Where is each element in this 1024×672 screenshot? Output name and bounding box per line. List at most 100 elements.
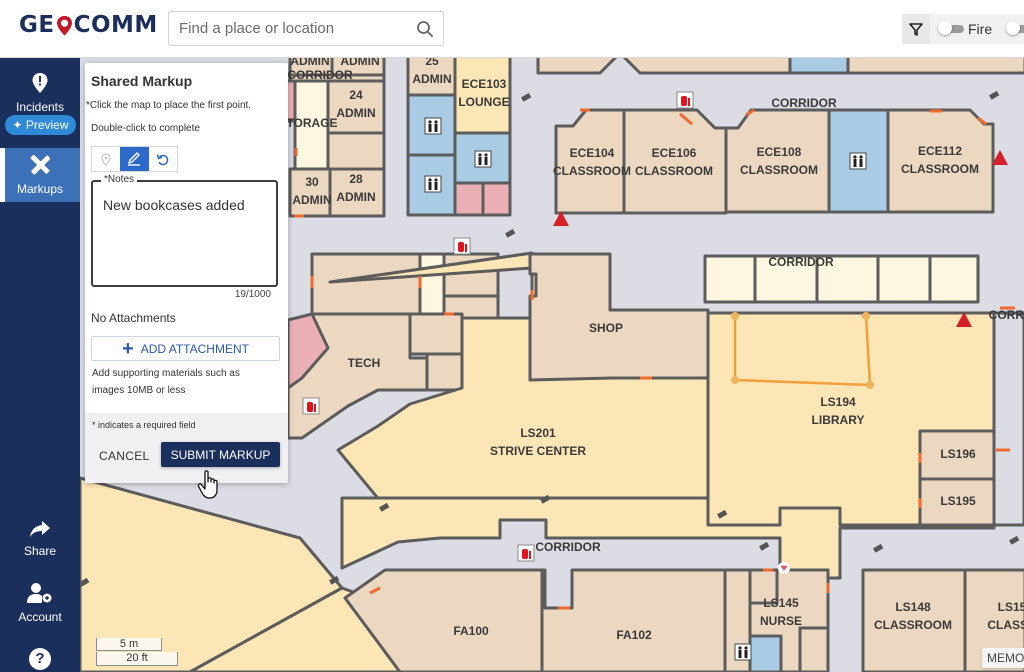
attachments-status: No Attachments (91, 311, 176, 325)
alert-pin-icon (32, 73, 48, 93)
markup-vertex (731, 312, 739, 320)
notes-char-counter: 19/1000 (234, 289, 271, 300)
cancel-button[interactable]: CANCEL (99, 449, 149, 463)
room-corridor-bookcase-1 (703, 254, 757, 304)
camera-icon (505, 228, 516, 238)
room-label-ece103: ECE103 LOUNGE (458, 77, 510, 109)
sparkle-icon: ✦ (12, 118, 26, 132)
fire-extinguisher-icon (453, 237, 471, 255)
room-library-right (992, 311, 1024, 527)
camera-icon (989, 90, 1000, 100)
scale-bar-imperial: 20 ft (96, 652, 178, 666)
sidebar-item-account-label: Account (18, 610, 62, 624)
room-label-corridor-bottom: CORRIDOR (535, 540, 601, 554)
room-label-ls148: LS148 CLASSROOM (874, 600, 952, 632)
restroom-icon (474, 150, 492, 168)
app-root: ADMIN ADMIN CORRIDOR 25 ADMIN ECE103 LOU… (0, 0, 1024, 672)
room-label-fa102: FA102 (616, 628, 652, 642)
room-ls145-side (798, 626, 830, 672)
fire-layer-toggle[interactable] (938, 21, 964, 35)
sidebar-item-markups-label: Markups (16, 182, 63, 196)
hint-double-click: Double-click to complete (91, 123, 200, 134)
sidebar-item-share[interactable]: Share (0, 520, 80, 570)
restroom-icon (424, 175, 442, 193)
sidebar: Incidents ✦ Preview Markups Share Accoun… (0, 58, 80, 672)
room-label-ls195: LS195 (940, 494, 976, 508)
sidebar-item-help[interactable]: ? (0, 648, 80, 672)
hand-cursor-icon (197, 470, 218, 499)
markup-vertex (866, 381, 874, 389)
preview-badge[interactable]: ✦ Preview (5, 115, 76, 135)
panel-title: Shared Markup (91, 73, 193, 89)
room-admin-blank (326, 131, 386, 171)
tool-draw-button[interactable] (120, 147, 149, 171)
scale-bar-metric: 5 m (96, 638, 162, 651)
room-label-ls145: LS145 NURSE (759, 596, 803, 628)
tool-undo-button[interactable] (149, 147, 177, 171)
next-layer-toggle[interactable] (1006, 21, 1024, 35)
add-attachment-label: ADD ATTACHMENT (140, 341, 249, 356)
shared-markup-panel: Shared Markup *Click the map to place th… (85, 63, 288, 483)
room-top-strip-1 (536, 58, 618, 75)
room-label-ece106: ECE106 CLASSROOM (635, 146, 713, 178)
panel-footer: * indicates a required field CANCEL SUBM… (85, 413, 288, 483)
account-settings-icon (27, 583, 52, 603)
room-corridor-bookcase-5 (928, 254, 980, 304)
geocomm-logo[interactable]: GE COMM (19, 12, 158, 38)
preview-badge-label: Preview (25, 118, 69, 132)
restroom-icon (424, 117, 442, 135)
notes-textarea[interactable]: New bookcases added (103, 197, 268, 213)
restroom-icon (734, 643, 752, 661)
attachment-help-text: Add supporting materials such as images … (92, 368, 240, 396)
sidebar-item-account[interactable]: Account (0, 582, 80, 632)
room-label-25-admin: 25 ADMIN (412, 58, 452, 86)
pencil-icon (128, 152, 141, 166)
notes-field: *Notes New bookcases added (91, 174, 278, 287)
filter-funnel-icon (909, 22, 923, 36)
room-label-tech: TECH (347, 356, 381, 370)
logo-text-right: COMM (73, 12, 158, 38)
fire-extinguisher-icon (302, 397, 320, 415)
room-label-30-admin: 30 ADMIN (292, 175, 332, 207)
room-label-ece104: ECE104 CLASSROOM (553, 146, 631, 178)
room-top-strip-3 (846, 58, 1024, 75)
hint-place-point: *Click the map to place the first point. (86, 100, 252, 111)
room-label-ls196: LS196 (940, 447, 976, 461)
markup-vertex (731, 376, 739, 384)
room-ls145-restroom (748, 634, 783, 672)
tool-point-button[interactable] (92, 147, 120, 171)
sidebar-item-incidents-label: Incidents (15, 100, 65, 114)
submit-markup-button[interactable]: SUBMIT MARKUP (161, 442, 280, 467)
room-top-strip-2 (622, 58, 792, 75)
camera-icon (521, 92, 532, 102)
room-corridor-bookcase-4 (876, 254, 932, 304)
markup-vertex (862, 312, 870, 320)
sidebar-item-share-label: Share (23, 544, 57, 558)
search-box (168, 11, 444, 46)
room-top-restroom (788, 58, 850, 75)
logo-text-left: GE (19, 12, 55, 38)
markup-tool-group (91, 146, 178, 172)
camera-icon (1009, 535, 1020, 545)
camera-icon (873, 543, 884, 553)
room-label-corridor-mid: CORRIDOR (768, 255, 834, 269)
room-label-corridor-main: CORRIDOR (771, 96, 837, 110)
room-fa102 (540, 568, 727, 672)
map-pin-icon (101, 152, 111, 166)
room-mid-storage (418, 252, 446, 316)
add-attachment-button[interactable]: + ADD ATTACHMENT (91, 336, 280, 361)
filter-button[interactable] (902, 14, 930, 44)
memo-tag[interactable]: MEMOI (982, 648, 1024, 668)
room-mid-5 (425, 352, 464, 392)
help-icon: ? (29, 648, 51, 670)
search-input[interactable] (169, 12, 399, 45)
sidebar-item-markups[interactable]: Markups (0, 148, 80, 202)
room-mid-4 (408, 312, 464, 356)
plus-icon: + (122, 337, 134, 360)
required-field-note: * indicates a required field (92, 420, 196, 430)
search-icon[interactable] (416, 20, 434, 38)
undo-icon (157, 153, 169, 165)
room-label-ls15x: LS15 CLASSR (987, 600, 1024, 632)
room-label-ls194: LS194 LIBRARY (811, 395, 865, 427)
camera-icon (759, 541, 770, 551)
